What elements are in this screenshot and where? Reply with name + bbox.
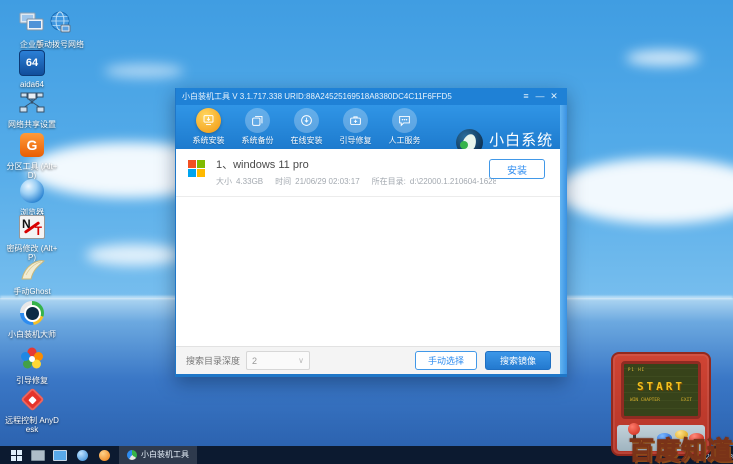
nav-label: 引导修复 xyxy=(339,136,372,145)
desktop-icon-label: 手动Ghost xyxy=(13,287,51,296)
desktop-icon-anydesk[interactable]: 远程控制 AnyDesk xyxy=(4,384,60,434)
nav-customer-service[interactable]: 人工服务 xyxy=(380,108,429,146)
desktop-icon-network-share[interactable]: 网络共享设置 xyxy=(4,88,60,129)
browser-sphere-icon xyxy=(17,176,47,206)
size-label: 大小 xyxy=(216,177,232,186)
desktop-icon-browser[interactable]: 浏览器 xyxy=(4,176,60,217)
xiaobai-taskbar-icon xyxy=(127,449,137,460)
arcade-screen: P1 HI START WIN CHAPTER EXIT xyxy=(621,361,701,419)
time-value: 21/06/29 02:03:17 xyxy=(295,177,360,186)
desktop-icon-aida64[interactable]: 64 aida64 xyxy=(4,48,60,89)
app-window: 小白装机工具 V 3.1.717.338 URID:88A24525169518… xyxy=(175,88,567,377)
nav-online-install[interactable]: 在线安装 xyxy=(282,108,331,146)
windows-logo-icon xyxy=(188,160,206,178)
network-topology-icon xyxy=(17,88,47,118)
aida64-icon-text: 64 xyxy=(25,57,39,69)
window-navbar: 系统安装 系统备份 在线安装 引导修复 人工服务 小白系统 xyxy=(176,105,567,156)
system-install-icon xyxy=(196,108,221,133)
taskbar-task-label: 小白装机工具 xyxy=(141,450,189,459)
search-depth-select[interactable]: 2 ∨ xyxy=(246,351,311,370)
window-footer: 搜索目录深度 2 ∨ 手动选择 搜索镜像 xyxy=(176,346,567,374)
windows-start-icon xyxy=(10,449,22,461)
nav-system-backup[interactable]: 系统备份 xyxy=(233,108,282,146)
arcade-start-text: START xyxy=(636,380,686,393)
arcade-screen-status: P1 HI xyxy=(628,367,646,372)
nt-icon-letter-t: T xyxy=(34,224,42,238)
window-titlebar[interactable]: 小白装机工具 V 3.1.717.338 URID:88A24525169518… xyxy=(176,88,567,105)
dir-value: d:\22000.1.210604-1628.co_release_svc_pr… xyxy=(409,177,496,186)
xiaobai-app-icon xyxy=(17,298,47,328)
window-right-border xyxy=(560,105,567,374)
brand-name: 小白系统 xyxy=(489,132,554,149)
globe-icon xyxy=(76,449,88,461)
image-list: 1、windows 11 pro 大小 4.33GB 时间 21/06/29 02:0… xyxy=(176,149,567,347)
menu-icon[interactable]: ≡ xyxy=(519,88,533,105)
search-depth-label: 搜索目录深度 xyxy=(186,356,241,366)
nt-password-icon: N T xyxy=(17,212,47,242)
orange-tool-icon xyxy=(98,449,110,461)
anydesk-icon xyxy=(17,384,47,414)
globe-network-icon xyxy=(45,8,75,38)
taskbar-task-xiaobai[interactable]: 小白装机工具 xyxy=(119,445,197,464)
diskgenius-icon: G xyxy=(17,130,47,160)
folder-icon xyxy=(31,449,45,461)
desktop-icon-label: 网络共享设置 xyxy=(8,120,56,129)
baidu-zhidao-watermark: 百度知道 xyxy=(628,437,733,464)
window-title: 小白装机工具 V 3.1.717.338 URID:88A24525169518… xyxy=(182,92,452,101)
online-install-icon xyxy=(294,108,319,133)
dir-label: 所在目录: xyxy=(371,177,406,186)
time-label: 时间 xyxy=(275,177,292,186)
chat-bubble-icon xyxy=(392,108,417,133)
install-button[interactable]: 安装 xyxy=(489,159,545,179)
size-value: 4.33GB xyxy=(236,177,264,186)
boot-repair-icon xyxy=(343,108,368,133)
chevron-down-icon: ∨ xyxy=(298,356,305,365)
search-image-button[interactable]: 搜索镜像 xyxy=(485,351,551,370)
cloud xyxy=(556,158,733,224)
arcade-left-text: WIN CHAPTER xyxy=(630,398,660,403)
close-icon[interactable]: ✕ xyxy=(547,88,561,105)
image-list-row[interactable]: 1、windows 11 pro 大小 4.33GB 时间 21/06/29 02:0… xyxy=(176,149,567,197)
manual-select-button[interactable]: 手动选择 xyxy=(415,351,477,370)
desktop: 企业版 手动拨号网络 64 aida64 网络共享设置 G 分区工具 (Alt+… xyxy=(0,0,733,464)
nav-label: 人工服务 xyxy=(388,136,421,145)
desktop-icon-label: 小白装机大师 xyxy=(8,330,56,339)
nav-boot-repair[interactable]: 引导修复 xyxy=(331,108,380,146)
desktop-icon-xiaobai[interactable]: 小白装机大师 xyxy=(4,298,60,339)
image-meta: 大小 4.33GB 时间 21/06/29 02:03:17 所在目录: d:\22000… xyxy=(216,176,496,187)
nav-label: 系统备份 xyxy=(241,136,274,145)
system-backup-icon xyxy=(245,108,270,133)
arcade-right-text: EXIT xyxy=(681,398,692,403)
nav-label: 在线安装 xyxy=(290,136,323,145)
taskbar-item-system[interactable] xyxy=(49,446,71,464)
minimize-icon[interactable]: — xyxy=(533,88,547,105)
desktop-icon-label: 远程控制 AnyDesk xyxy=(5,416,59,435)
desktop-icon-diskgenius[interactable]: G 分区工具 (Alt+D) xyxy=(4,130,60,180)
cloud xyxy=(104,64,184,78)
desktop-icon-boot-repair[interactable]: 引导修复 xyxy=(4,344,60,385)
nav-label: 系统安装 xyxy=(192,136,225,145)
cloud xyxy=(626,50,700,66)
cloud xyxy=(86,244,182,266)
taskbar-item-tool[interactable] xyxy=(93,446,115,464)
ghost-wing-icon xyxy=(17,255,47,285)
desktop-icon-ghost[interactable]: 手动Ghost xyxy=(4,255,60,296)
diskgenius-icon-text: G xyxy=(26,137,38,153)
monitor-icon xyxy=(53,449,67,461)
search-depth-value: 2 xyxy=(252,355,258,366)
nav-system-install[interactable]: 系统安装 xyxy=(184,108,233,146)
taskbar-item-browser[interactable] xyxy=(71,446,93,464)
pinwheel-icon xyxy=(17,344,47,374)
aida64-icon: 64 xyxy=(17,48,47,78)
start-button[interactable] xyxy=(5,446,27,464)
taskbar-item-explorer[interactable] xyxy=(27,446,49,464)
desktop-icon-dialup-network[interactable]: 手动拨号网络 xyxy=(32,8,88,49)
